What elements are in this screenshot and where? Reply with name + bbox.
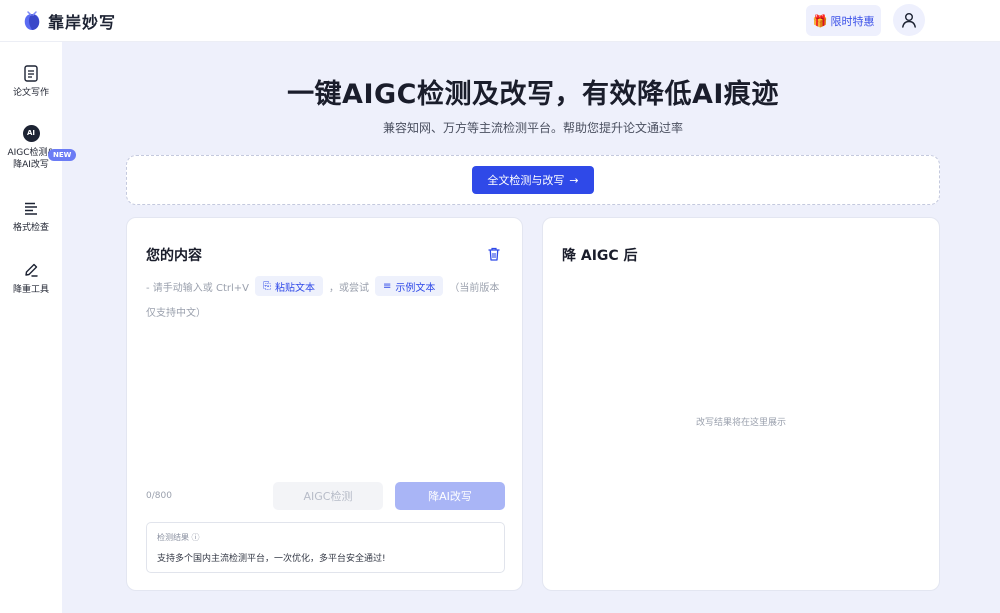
top-bar: 靠岸妙写 🎁 限时特惠 <box>0 0 1000 42</box>
hint-suffix: （当前版本 <box>449 282 500 294</box>
hint-line2: 仅支持中文） <box>146 308 206 319</box>
sidebar-item-label: 格式检查 <box>12 223 49 233</box>
copy-icon: ⎘ <box>262 280 271 292</box>
output-placeholder: 改写结果将在这里展示 <box>695 418 786 428</box>
logo[interactable]: 靠岸妙写 <box>22 9 116 33</box>
reduce-ai-rewrite-button[interactable]: 降AI改写 <box>395 482 505 510</box>
format-list-icon <box>22 199 40 217</box>
limited-offer-button[interactable]: 🎁 限时特惠 <box>806 5 881 36</box>
pen-icon <box>22 261 40 279</box>
sidebar-item-label: 降重工具 <box>12 285 49 295</box>
logo-icon <box>24 11 40 30</box>
output-panel: 降 AIGC 后 改写结果将在这里展示 <box>542 217 940 591</box>
input-hint: - 请手动输入或 Ctrl+V ⎘ 粘贴文本 ，或尝试 ≡ 示例文本 （当前版本 <box>146 276 499 296</box>
sidebar-item-thesis-writing[interactable]: 论文写作 <box>0 64 62 99</box>
sidebar-item-aigc-detect[interactable]: AI AIGC检测&降AI改写 <box>0 124 62 171</box>
gift-icon: 🎁 <box>812 13 828 28</box>
hint-prefix: - 请手动输入或 Ctrl+V <box>146 282 249 294</box>
ai-badge-icon: AI <box>22 124 40 142</box>
trash-icon[interactable] <box>488 247 500 261</box>
paste-text-button[interactable]: ⎘ 粘贴文本 <box>254 276 323 296</box>
sidebar-item-dedup-tool[interactable]: 降重工具 <box>0 261 62 296</box>
paste-text-label: 粘贴文本 <box>274 282 315 294</box>
detection-result-label: 检测结果 ⓘ <box>157 533 200 542</box>
limited-offer-label: 限时特惠 <box>830 14 875 28</box>
char-counter: 0/800 <box>146 491 172 501</box>
new-badge: NEW <box>48 149 77 161</box>
input-panel-title: 您的内容 <box>146 248 202 264</box>
sidebar-item-label: 论文写作 <box>12 88 49 98</box>
example-text-button[interactable]: ≡ 示例文本 <box>374 276 444 296</box>
user-avatar-button[interactable] <box>893 4 925 36</box>
page-subtitle: 兼容知网、万方等主流检测平台。帮助您提升论文通过率 <box>382 121 683 135</box>
hint-middle: ，或尝试 <box>328 282 369 294</box>
example-text-label: 示例文本 <box>395 282 436 294</box>
sidebar-item-format-check[interactable]: 格式检查 <box>0 199 62 234</box>
primary-button-label: 全文检测与改写 <box>487 174 565 187</box>
detection-result-text: 支持多个国内主流检测平台，一次优化，多平台安全通过! <box>157 554 386 564</box>
detection-result-box: 检测结果 ⓘ 支持多个国内主流检测平台，一次优化，多平台安全通过! <box>146 522 505 573</box>
ai-badge-text: AI <box>22 124 40 142</box>
page-title: 一键AIGC检测及改写，有效降低AI痕迹 <box>287 79 779 110</box>
full-text-detect-rewrite-button[interactable]: 全文检测与改写 → <box>472 166 594 194</box>
document-icon <box>22 64 40 82</box>
arrow-right-icon: → <box>569 173 579 187</box>
output-panel-title: 降 AIGC 后 <box>562 248 638 264</box>
input-panel: 您的内容 - 请手动输入或 Ctrl+V ⎘ 粘贴文本 ，或尝试 ≡ 示例文本 … <box>126 217 523 591</box>
user-icon <box>902 13 916 28</box>
list-icon: ≡ <box>382 280 392 292</box>
sidebar: 论文写作 AI AIGC检测&降AI改写 格式检查 降重工具 <box>0 42 62 613</box>
aigc-detect-button[interactable]: AIGC检测 <box>273 482 383 510</box>
app-name: 靠岸妙写 <box>48 13 117 32</box>
